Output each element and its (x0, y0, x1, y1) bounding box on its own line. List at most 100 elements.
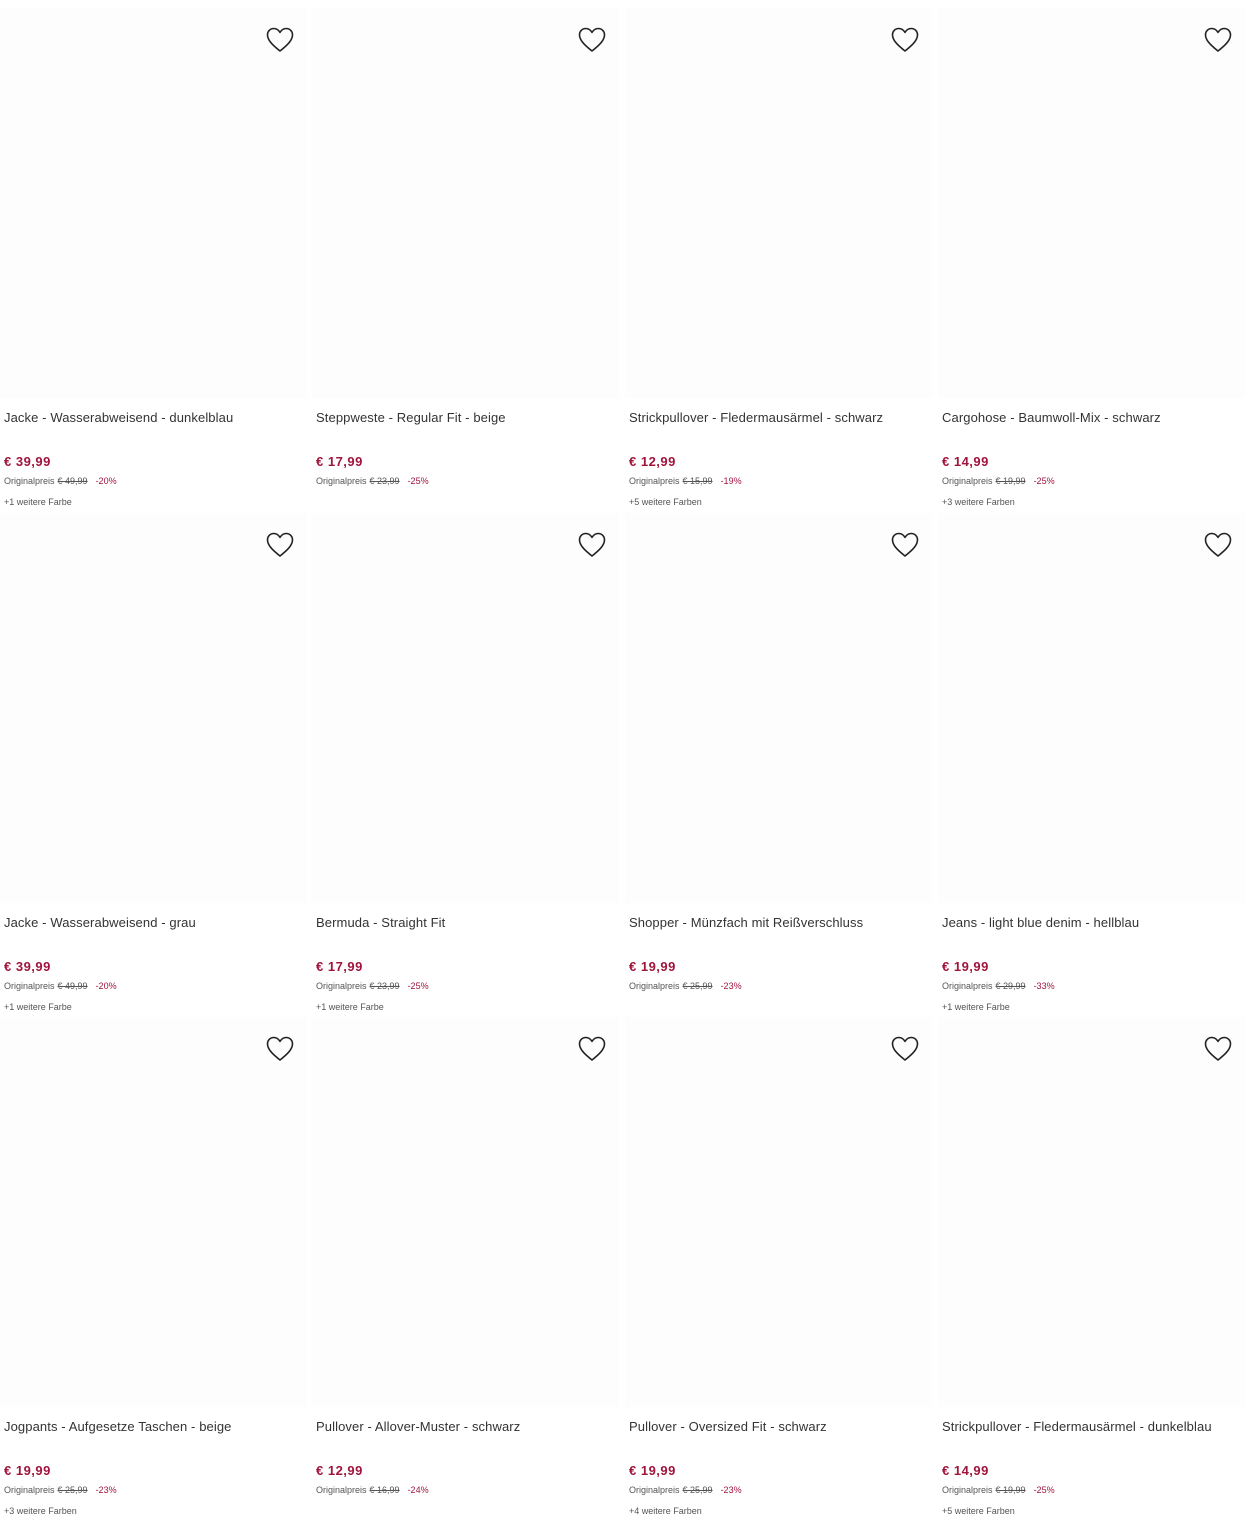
product-price: € 19,99 (629, 959, 676, 974)
product-price: € 19,99 (942, 959, 989, 974)
wishlist-button[interactable] (890, 531, 920, 559)
wishlist-button[interactable] (265, 26, 295, 54)
product-price: € 17,99 (316, 959, 363, 974)
original-price-row: Originalpreis € 23,99 -25% (316, 476, 429, 486)
discount-badge: -25% (407, 981, 429, 991)
discount-badge: -20% (95, 981, 117, 991)
product-card[interactable]: Cargohose - Baumwoll-Mix - schwarz € 14,… (938, 8, 1245, 512)
product-image[interactable] (0, 513, 307, 903)
product-title[interactable]: Pullover - Allover-Muster - schwarz (316, 1419, 616, 1434)
product-image[interactable] (938, 513, 1245, 903)
product-image[interactable] (312, 1017, 619, 1407)
original-price-row: Originalpreis € 19,99 -25% (942, 1485, 1055, 1495)
discount-badge: -20% (95, 476, 117, 486)
wishlist-button[interactable] (1203, 531, 1233, 559)
heart-outline-icon (266, 1036, 294, 1061)
product-card[interactable]: Jacke - Wasserabweisend - grau € 39,99 O… (0, 513, 307, 1017)
product-card[interactable]: Strickpullover - Fledermausärmel - dunke… (938, 1017, 1245, 1521)
more-colors-text: +5 weitere Farben (629, 497, 702, 507)
original-price: € 49,99 (57, 981, 88, 991)
heart-outline-icon (578, 27, 606, 52)
wishlist-button[interactable] (577, 1035, 607, 1063)
original-price: € 49,99 (57, 476, 88, 486)
product-title[interactable]: Jacke - Wasserabweisend - dunkelblau (4, 410, 304, 425)
original-price-label: Originalpreis (942, 476, 993, 486)
heart-outline-icon (578, 532, 606, 557)
product-price: € 12,99 (316, 1463, 363, 1478)
original-price-label: Originalpreis (942, 1485, 993, 1495)
original-price-label: Originalpreis (316, 476, 367, 486)
product-card[interactable]: Shopper - Münzfach mit Reißverschluss € … (625, 513, 932, 1017)
wishlist-button[interactable] (890, 26, 920, 54)
original-price: € 19,99 (995, 1485, 1026, 1495)
discount-badge: -19% (720, 476, 742, 486)
original-price: € 25,99 (682, 1485, 713, 1495)
wishlist-button[interactable] (265, 1035, 295, 1063)
product-image[interactable] (625, 8, 932, 398)
original-price-label: Originalpreis (629, 476, 680, 486)
original-price-label: Originalpreis (629, 981, 680, 991)
product-title[interactable]: Steppweste - Regular Fit - beige (316, 410, 616, 425)
discount-badge: -23% (95, 1485, 117, 1495)
discount-badge: -23% (720, 1485, 742, 1495)
original-price-label: Originalpreis (4, 476, 55, 486)
discount-badge: -25% (1033, 476, 1055, 486)
product-image[interactable] (938, 8, 1245, 398)
heart-outline-icon (1204, 1036, 1232, 1061)
wishlist-button[interactable] (265, 531, 295, 559)
wishlist-button[interactable] (577, 26, 607, 54)
product-card[interactable]: Pullover - Oversized Fit - schwarz € 19,… (625, 1017, 932, 1521)
product-price: € 14,99 (942, 1463, 989, 1478)
more-colors-text: +3 weitere Farben (942, 497, 1015, 507)
original-price-row: Originalpreis € 49,99 -20% (4, 981, 117, 991)
wishlist-button[interactable] (1203, 26, 1233, 54)
product-image[interactable] (312, 8, 619, 398)
product-card[interactable]: Steppweste - Regular Fit - beige € 17,99… (312, 8, 619, 512)
product-title[interactable]: Pullover - Oversized Fit - schwarz (629, 1419, 929, 1434)
product-card[interactable]: Jeans - light blue denim - hellblau € 19… (938, 513, 1245, 1017)
discount-badge: -25% (1033, 1485, 1055, 1495)
more-colors-text: +4 weitere Farben (629, 1506, 702, 1516)
original-price-label: Originalpreis (316, 1485, 367, 1495)
heart-outline-icon (266, 27, 294, 52)
original-price: € 25,99 (682, 981, 713, 991)
product-title[interactable]: Strickpullover - Fledermausärmel - dunke… (942, 1419, 1242, 1434)
product-title[interactable]: Strickpullover - Fledermausärmel - schwa… (629, 410, 929, 425)
product-price: € 39,99 (4, 959, 51, 974)
product-image[interactable] (938, 1017, 1245, 1407)
product-title[interactable]: Shopper - Münzfach mit Reißverschluss (629, 915, 929, 930)
product-title[interactable]: Cargohose - Baumwoll-Mix - schwarz (942, 410, 1242, 425)
original-price-row: Originalpreis € 25,99 -23% (629, 981, 742, 991)
product-title[interactable]: Jogpants - Aufgesetze Taschen - beige (4, 1419, 304, 1434)
product-image[interactable] (0, 8, 307, 398)
original-price: € 23,99 (369, 981, 400, 991)
product-card[interactable]: Bermuda - Straight Fit € 17,99 Originalp… (312, 513, 619, 1017)
product-image[interactable] (0, 1017, 307, 1407)
product-image[interactable] (625, 513, 932, 903)
product-card[interactable]: Strickpullover - Fledermausärmel - schwa… (625, 8, 932, 512)
more-colors-text: +3 weitere Farben (4, 1506, 77, 1516)
more-colors-text: +1 weitere Farbe (942, 1002, 1010, 1012)
discount-badge: -33% (1033, 981, 1055, 991)
product-image[interactable] (625, 1017, 932, 1407)
product-price: € 19,99 (4, 1463, 51, 1478)
product-title[interactable]: Jacke - Wasserabweisend - grau (4, 915, 304, 930)
product-grid: Jacke - Wasserabweisend - dunkelblau € 3… (0, 0, 1250, 1516)
product-price: € 14,99 (942, 454, 989, 469)
original-price: € 29,99 (995, 981, 1026, 991)
original-price-row: Originalpreis € 19,99 -25% (942, 476, 1055, 486)
heart-outline-icon (1204, 532, 1232, 557)
wishlist-button[interactable] (577, 531, 607, 559)
product-title[interactable]: Bermuda - Straight Fit (316, 915, 616, 930)
product-card[interactable]: Pullover - Allover-Muster - schwarz € 12… (312, 1017, 619, 1521)
product-title[interactable]: Jeans - light blue denim - hellblau (942, 915, 1242, 930)
product-card[interactable]: Jacke - Wasserabweisend - dunkelblau € 3… (0, 8, 307, 512)
product-image[interactable] (312, 513, 619, 903)
original-price-row: Originalpreis € 25,99 -23% (4, 1485, 117, 1495)
more-colors-text: +1 weitere Farbe (4, 497, 72, 507)
wishlist-button[interactable] (890, 1035, 920, 1063)
heart-outline-icon (266, 532, 294, 557)
original-price-row: Originalpreis € 15,99 -19% (629, 476, 742, 486)
wishlist-button[interactable] (1203, 1035, 1233, 1063)
product-card[interactable]: Jogpants - Aufgesetze Taschen - beige € … (0, 1017, 307, 1521)
